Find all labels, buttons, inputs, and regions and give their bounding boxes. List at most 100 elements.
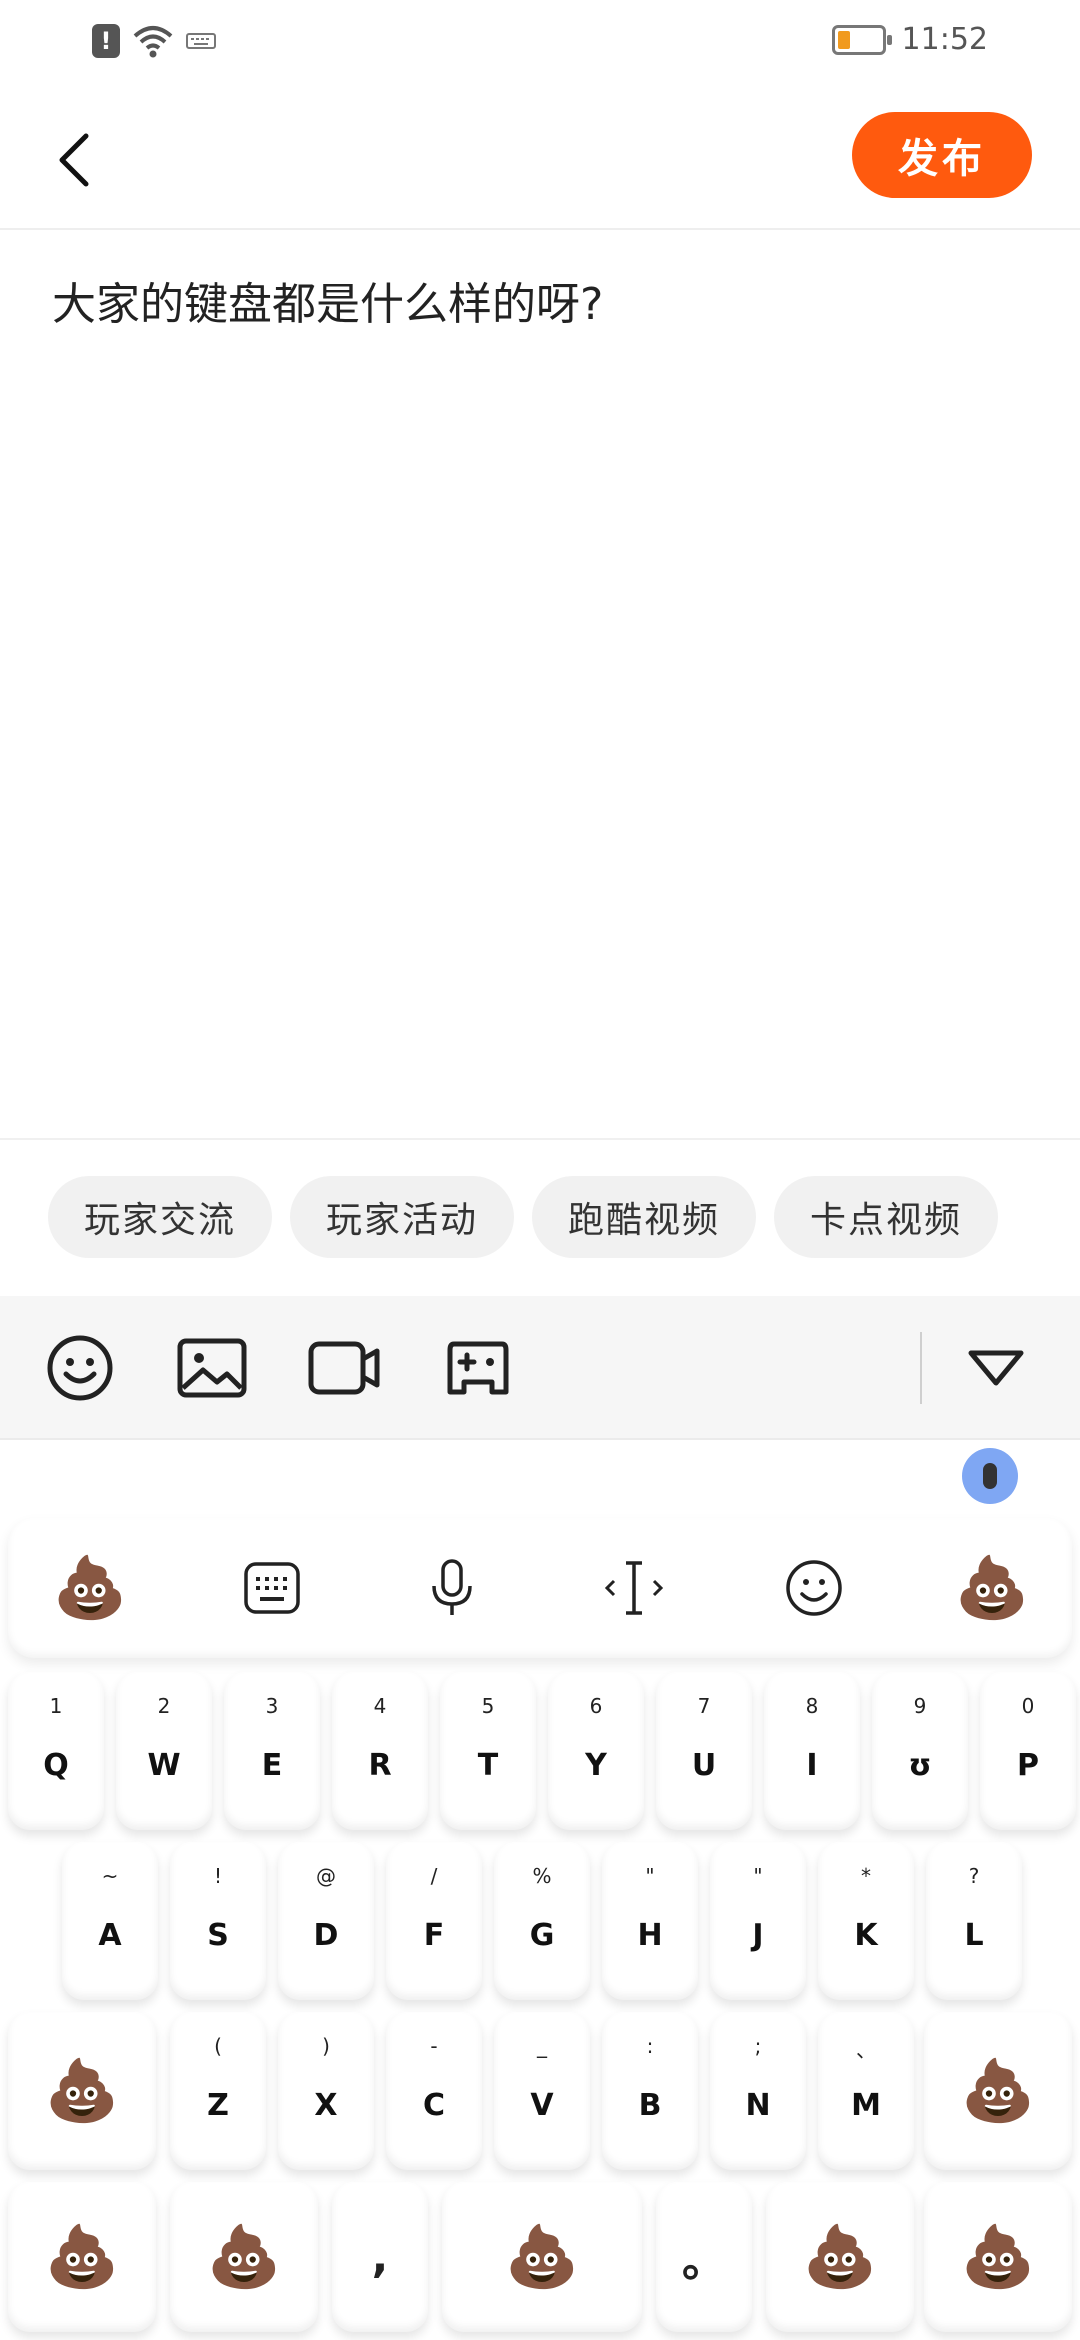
key-hint: *: [861, 1864, 871, 1888]
key-hint: 8: [805, 1694, 819, 1718]
collapse-button[interactable]: [958, 1332, 1034, 1404]
key[interactable]: @ D: [278, 1842, 374, 2000]
key-label: M: [851, 2087, 881, 2123]
key[interactable]: 8I: [764, 1672, 860, 1830]
status-bar: ! 11:52: [0, 0, 1080, 84]
video-button[interactable]: [306, 1332, 382, 1404]
key-label: B: [638, 2087, 662, 2123]
key[interactable]: 9ʊ: [872, 1672, 968, 1830]
key-label: X: [314, 2087, 338, 2123]
assistant-icon[interactable]: [962, 1448, 1018, 1504]
keyboard-top-strip: [0, 1440, 1080, 1514]
emoji-key[interactable]: 💩: [924, 2182, 1072, 2332]
status-left: !: [92, 24, 216, 58]
emoji-key[interactable]: 💩: [924, 2012, 1072, 2170]
topic-chip-bar: 玩家交流 玩家活动 跑酷视频 卡点视频: [0, 1138, 1080, 1296]
key-label: F: [423, 1917, 445, 1953]
key-hint: :: [646, 2034, 654, 2058]
key-label: ,: [371, 2231, 389, 2283]
key[interactable]: 6Y: [548, 1672, 644, 1830]
back-button[interactable]: [44, 120, 104, 200]
key-hint: %: [532, 1864, 552, 1888]
alert-icon: !: [92, 24, 120, 58]
key[interactable]: 1Q: [8, 1672, 104, 1830]
header: 发布: [0, 84, 1080, 230]
key[interactable]: 3E: [224, 1672, 320, 1830]
image-button[interactable]: [174, 1332, 250, 1404]
battery-icon: [831, 24, 892, 55]
key[interactable]: 、 M: [818, 2012, 914, 2170]
key-hint: 1: [49, 1694, 63, 1718]
key-hint: !: [213, 1864, 223, 1888]
key[interactable]: 5T: [440, 1672, 536, 1830]
key[interactable]: 0P: [980, 1672, 1076, 1830]
topic-chip[interactable]: 玩家交流: [48, 1176, 273, 1258]
game-button[interactable]: [440, 1332, 516, 1404]
key-label: R: [368, 1747, 392, 1783]
key-label: V: [530, 2087, 554, 2123]
toolbar-divider: [920, 1332, 922, 1404]
microphone-icon[interactable]: [410, 1546, 494, 1630]
chevron-left-icon: [59, 133, 89, 187]
emoji-button[interactable]: [42, 1332, 118, 1404]
topic-chip[interactable]: 卡点视频: [774, 1176, 999, 1258]
key-hint: ;: [754, 2034, 762, 2058]
cursor-icon[interactable]: [592, 1546, 676, 1630]
key[interactable]: " J: [710, 1842, 806, 2000]
key-label: S: [207, 1917, 229, 1953]
key[interactable]: -C: [386, 2012, 482, 2170]
key-hint: ?: [968, 1864, 980, 1888]
key-hint: @: [316, 1864, 336, 1888]
key-label: ʊ: [908, 1747, 932, 1783]
publish-button[interactable]: 发布: [852, 112, 1032, 198]
key[interactable]: ) X: [278, 2012, 374, 2170]
key[interactable]: " H: [602, 1842, 698, 2000]
post-text-input[interactable]: 大家的键盘都是什么样的呀?: [52, 268, 1032, 332]
emoji-key[interactable]: 💩: [8, 2012, 156, 2170]
key[interactable]: (Z: [170, 2012, 266, 2170]
key-hint: ": [753, 1864, 763, 1888]
key-hint: 0: [1021, 1694, 1035, 1718]
poop-emoji-icon[interactable]: 💩: [48, 1546, 132, 1630]
emoji-key[interactable]: 💩: [8, 2182, 156, 2332]
key[interactable]: ! S: [170, 1842, 266, 2000]
key-label: C: [422, 2087, 446, 2123]
key[interactable]: _ V: [494, 2012, 590, 2170]
key[interactable]: 2W: [116, 1672, 212, 1830]
key-label: G: [529, 1917, 555, 1953]
key[interactable]: 4R: [332, 1672, 428, 1830]
key-hint: ": [645, 1864, 655, 1888]
emoji-key[interactable]: 💩: [766, 2182, 914, 2332]
key-hint: _: [537, 2034, 547, 2058]
keyboard-icon[interactable]: [230, 1546, 314, 1630]
key[interactable]: * K: [818, 1842, 914, 2000]
key-label: L: [964, 1917, 984, 1953]
key[interactable]: 7U: [656, 1672, 752, 1830]
image-icon: [177, 1338, 247, 1398]
status-right: 11:52: [831, 22, 988, 57]
poop-emoji-icon[interactable]: 💩: [950, 1546, 1034, 1630]
smiley-icon[interactable]: [772, 1546, 856, 1630]
key-label: U: [691, 1747, 717, 1783]
period-key[interactable]: 。: [656, 2182, 752, 2332]
key-hint: ): [322, 2034, 330, 2058]
key-hint: ~: [101, 1864, 119, 1888]
gamepad-icon: [447, 1341, 509, 1395]
topic-chip[interactable]: 玩家活动: [290, 1176, 515, 1258]
key-label: N: [745, 2087, 771, 2123]
key[interactable]: % G: [494, 1842, 590, 2000]
key-label: Y: [585, 1747, 607, 1783]
key[interactable]: ? L: [926, 1842, 1022, 2000]
key-hint: 、: [856, 2038, 876, 2062]
key[interactable]: ~ A: [62, 1842, 158, 2000]
emoji-key[interactable]: 💩: [170, 2182, 318, 2332]
key[interactable]: :B: [602, 2012, 698, 2170]
comma-key[interactable]: ,: [332, 2182, 428, 2332]
emoji-space-key[interactable]: 💩: [442, 2182, 642, 2332]
key-label: D: [313, 1917, 339, 1953]
topic-chip[interactable]: 跑酷视频: [532, 1176, 757, 1258]
key[interactable]: / F: [386, 1842, 482, 2000]
key[interactable]: ; N: [710, 2012, 806, 2170]
emoji-icon: [47, 1335, 113, 1401]
key-hint: 6: [589, 1694, 603, 1718]
